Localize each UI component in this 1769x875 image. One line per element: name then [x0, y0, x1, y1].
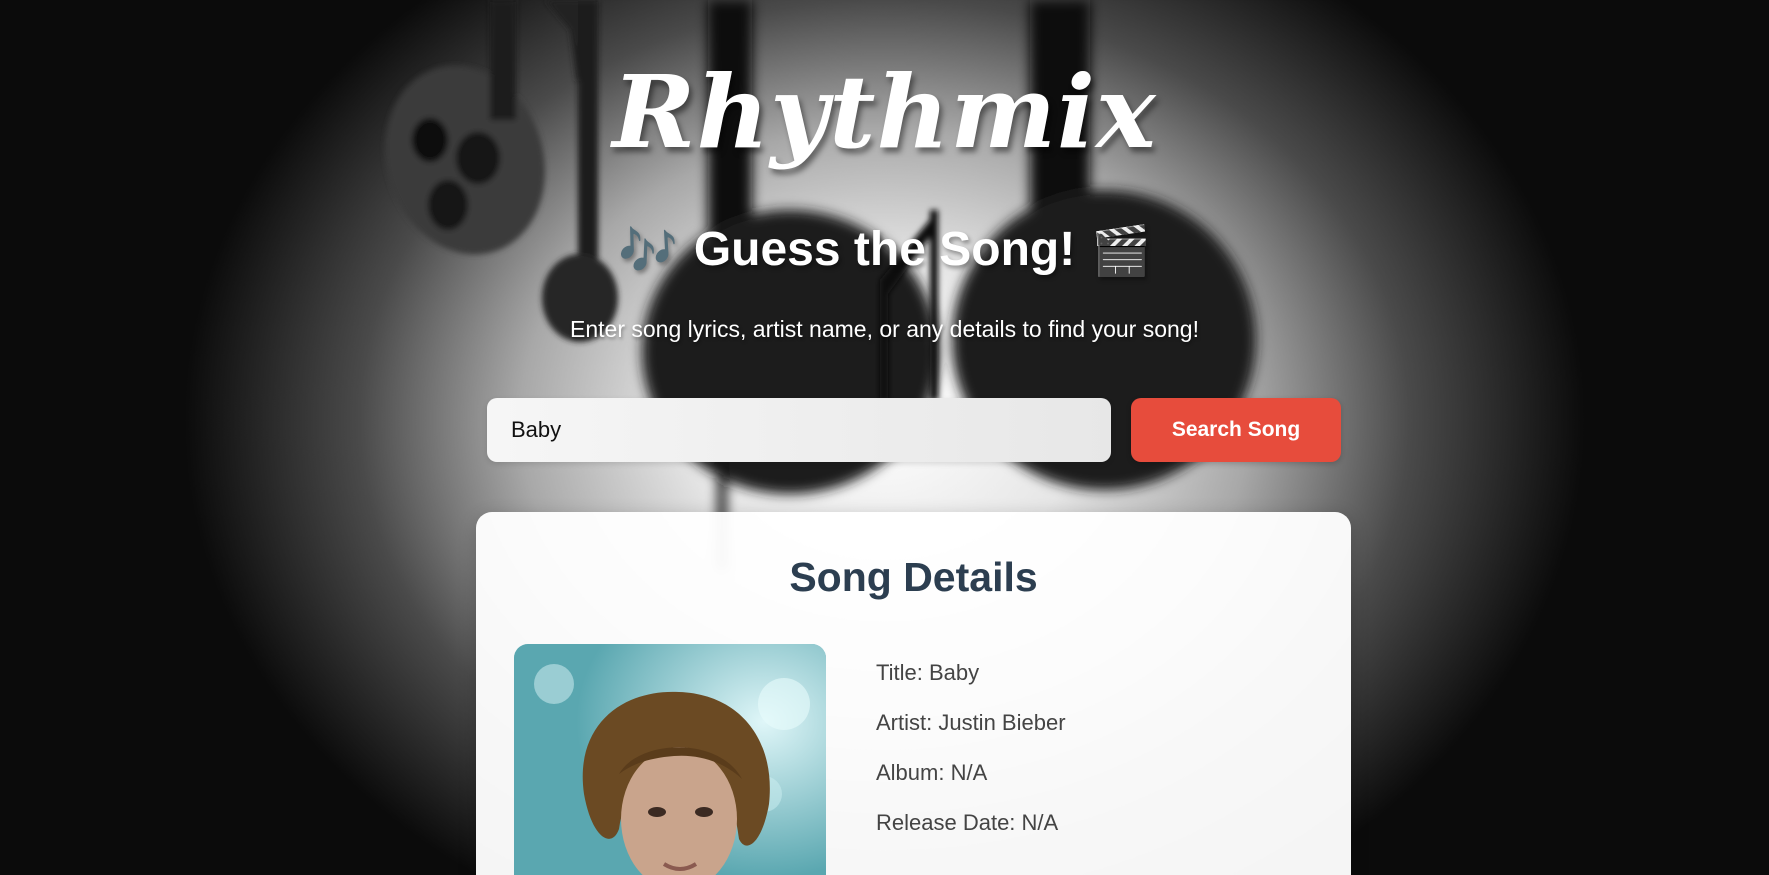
song-details-list: Title: Baby Artist: Justin Bieber Album:…: [876, 660, 1066, 860]
song-details-card: Song Details Title: Baby Artist: Justin …: [476, 512, 1351, 875]
search-song-button[interactable]: Search Song: [1131, 398, 1341, 462]
artist-portrait-icon: [514, 644, 826, 875]
song-title: Title: Baby: [876, 660, 980, 685]
song-album: Album: N/A: [876, 760, 988, 785]
song-release-date: Release Date: N/A: [876, 810, 1059, 835]
song-details-heading: Song Details: [789, 554, 1038, 600]
search-input[interactable]: [487, 398, 1111, 462]
music-notes-icon: 🎶: [618, 225, 678, 279]
album-cover-image: [514, 644, 826, 875]
headline-text: Guess the Song!: [693, 223, 1076, 276]
page-headline: 🎶 Guess the Song! 🎬: [0, 222, 1769, 280]
clapper-board-icon: 🎬: [1091, 225, 1151, 279]
song-artist: Artist: Justin Bieber: [876, 710, 1066, 735]
tagline: Enter song lyrics, artist name, or any d…: [570, 316, 1199, 342]
brand-logo: Rhythmix: [612, 53, 1157, 171]
